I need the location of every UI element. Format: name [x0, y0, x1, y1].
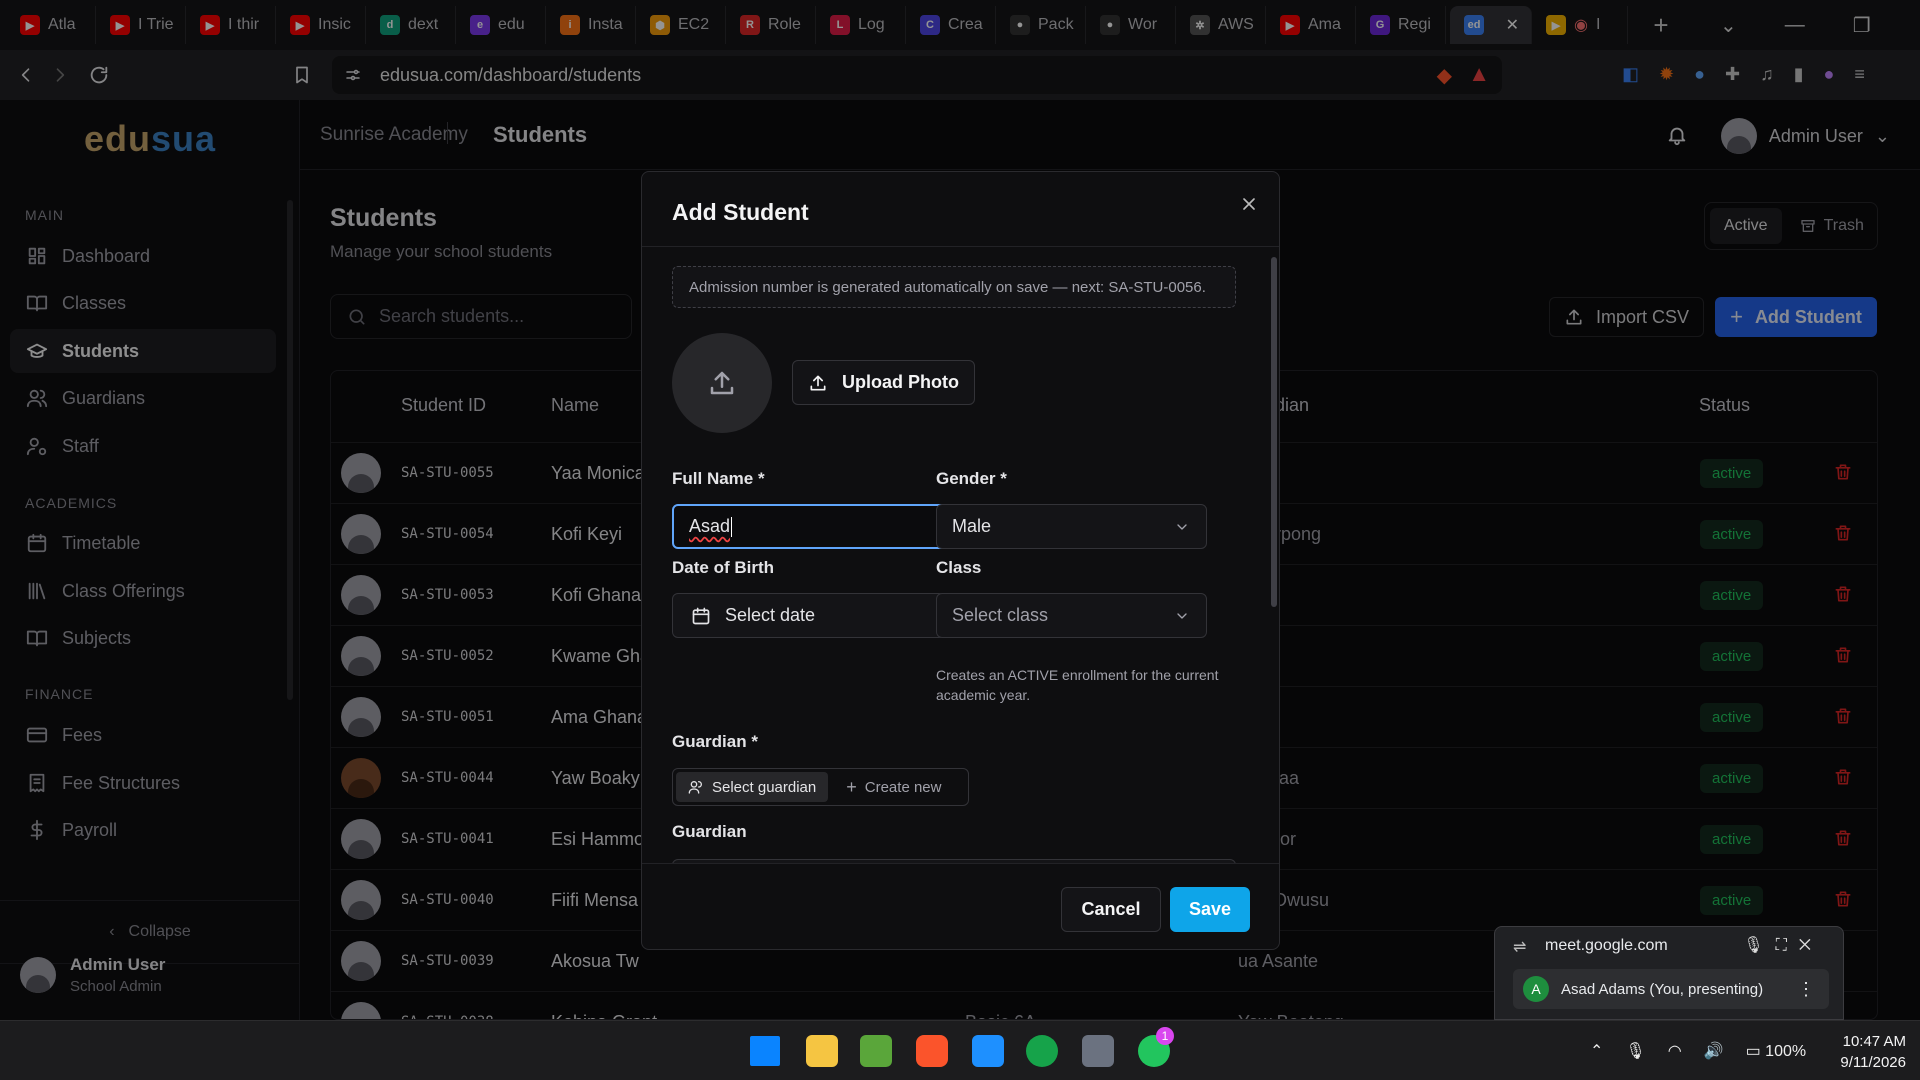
class-hint: Creates an ACTIVE enrollment for the cur…: [936, 667, 1219, 703]
avatar: A: [1523, 976, 1549, 1002]
brave-browser-icon[interactable]: [916, 1035, 948, 1067]
gender-value: Male: [952, 516, 992, 536]
clock-date: 9/11/2026: [1840, 1054, 1906, 1071]
chevron-down-icon: [1177, 524, 1187, 530]
dob-picker[interactable]: Select date: [672, 593, 945, 638]
button-label: Upload Photo: [842, 372, 959, 392]
tab-label: Select guardian: [712, 778, 817, 796]
meet-controls: 🎙⛶✕: [1743, 935, 1823, 955]
gender-label: Gender *: [936, 469, 1007, 488]
mic-icon[interactable]: 🎙: [1743, 937, 1775, 954]
users-icon: [688, 781, 702, 794]
snipping-tool-icon[interactable]: [1082, 1035, 1114, 1067]
chevron-down-icon: [1177, 613, 1187, 619]
admission-notice: Admission number is generated automatica…: [672, 266, 1236, 308]
close-icon[interactable]: ✕: [1799, 937, 1823, 954]
gender-select[interactable]: Male: [936, 504, 1207, 549]
full-name-label: Full Name *: [672, 469, 765, 488]
system-tray: ⌃ 🎙 ◠ 🔊 ▭ 100%: [1590, 1041, 1806, 1061]
dialog-body: Admission number is generated automatica…: [642, 246, 1279, 864]
close-icon[interactable]: [1239, 194, 1259, 214]
dialog-title: Add Student: [672, 199, 809, 225]
guardian-field-label: Guardian: [672, 822, 747, 841]
mic-icon[interactable]: 🎙: [1625, 1041, 1645, 1061]
presenter-name: Asad Adams (You, presenting): [1561, 980, 1764, 998]
vscode-icon[interactable]: [972, 1035, 1004, 1067]
windows-taskbar: 1 ⌃ 🎙 ◠ 🔊 ▭ 100% 10:47 AM 9/11/2026: [0, 1020, 1920, 1080]
calendar-icon: [692, 607, 710, 624]
presenter-row: A Asad Adams (You, presenting) ⋮: [1513, 969, 1829, 1009]
guardian-mode-toggle: Select guardian + Create new: [672, 768, 969, 806]
full-name-value: Asad: [689, 516, 731, 536]
tab-label: Create new: [864, 778, 942, 796]
meet-sharing-popup: ⇌ meet.google.com 🎙⛶✕ A Asad Adams (You,…: [1494, 926, 1844, 1020]
dob-label: Date of Birth: [672, 558, 774, 577]
windows-start-icon[interactable]: [750, 1036, 780, 1066]
wifi-icon[interactable]: ◠: [1668, 1041, 1682, 1061]
create-guardian-tab[interactable]: + Create new: [834, 772, 953, 802]
upload-photo-button[interactable]: Upload Photo: [792, 360, 975, 405]
meet-url: meet.google.com: [1545, 937, 1668, 954]
photo-placeholder[interactable]: [672, 333, 772, 433]
class-placeholder: Select class: [952, 605, 1049, 625]
battery-level: 100%: [1765, 1043, 1807, 1060]
guardian-label: Guardian *: [672, 732, 758, 751]
file-explorer-icon[interactable]: [806, 1035, 838, 1067]
tune-icon: ⇌: [1513, 939, 1527, 956]
upload-icon: [710, 371, 734, 395]
save-button[interactable]: Save: [1170, 887, 1250, 932]
upload-icon: [810, 375, 826, 390]
select-guardian-tab[interactable]: Select guardian: [676, 772, 829, 802]
class-label: Class: [936, 558, 982, 577]
app-icon[interactable]: [1026, 1035, 1058, 1067]
notification-badge: 1: [1156, 1027, 1174, 1045]
class-select[interactable]: Select class: [936, 593, 1207, 638]
cancel-button[interactable]: Cancel: [1061, 887, 1161, 932]
more-vert-icon[interactable]: ⋮: [1797, 979, 1815, 1000]
guardian-select[interactable]: [672, 859, 1236, 863]
expand-icon[interactable]: ⛶: [1776, 937, 1799, 954]
plus-icon: +: [846, 776, 857, 797]
full-name-input[interactable]: Asad: [672, 504, 947, 549]
battery-icon[interactable]: ▭ 100%: [1746, 1041, 1806, 1061]
chevron-up-icon[interactable]: ⌃: [1590, 1041, 1603, 1061]
clock[interactable]: 10:47 AM 9/11/2026: [1840, 1031, 1906, 1073]
volume-icon[interactable]: 🔊: [1704, 1041, 1724, 1061]
text-caret: [731, 516, 733, 537]
dob-placeholder: Select date: [725, 605, 816, 625]
clock-time: 10:47 AM: [1842, 1033, 1906, 1050]
add-student-dialog: Add Student Admission number is generate…: [641, 171, 1280, 950]
dialog-scrollbar[interactable]: [1271, 257, 1277, 607]
app-icon[interactable]: [860, 1035, 892, 1067]
